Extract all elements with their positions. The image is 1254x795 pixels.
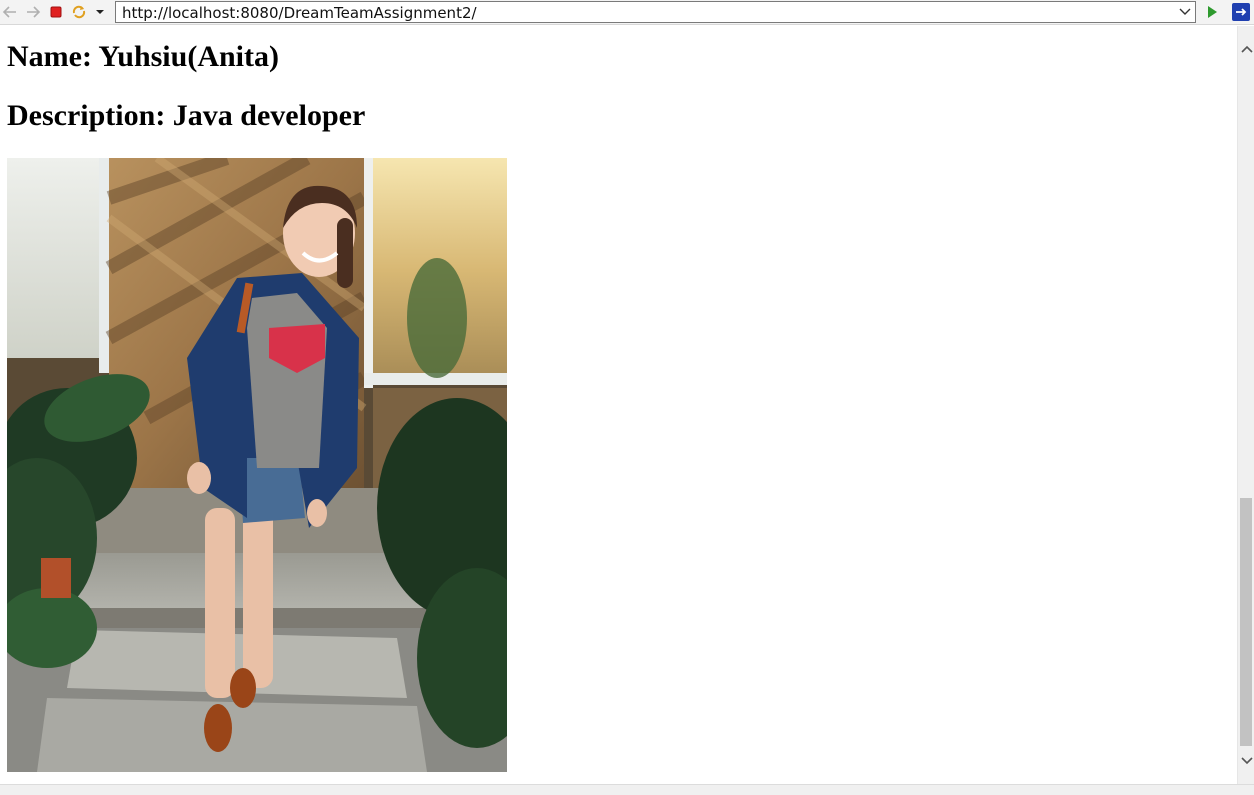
scrollbar-thumb[interactable] <box>1240 498 1252 746</box>
page-viewport: Name: Yuhsiu(Anita) Description: Java de… <box>0 26 1237 784</box>
name-heading: Name: Yuhsiu(Anita) <box>7 40 279 73</box>
scroll-down-icon[interactable] <box>1238 752 1254 769</box>
scroll-up-icon[interactable] <box>1238 40 1254 57</box>
forward-arrow-icon[interactable] <box>24 3 42 21</box>
stop-icon[interactable] <box>47 3 65 21</box>
vertical-scrollbar[interactable] <box>1237 26 1254 784</box>
browser-toolbar: http://localhost:8080/DreamTeamAssignmen… <box>0 0 1254 25</box>
profile-photo <box>7 158 507 772</box>
refresh-icon[interactable] <box>70 3 88 21</box>
status-bar <box>0 784 1254 795</box>
dropdown-icon[interactable] <box>91 3 109 21</box>
back-arrow-icon[interactable] <box>1 3 19 21</box>
url-text[interactable]: http://localhost:8080/DreamTeamAssignmen… <box>122 4 477 22</box>
url-bar[interactable]: http://localhost:8080/DreamTeamAssignmen… <box>115 1 1196 23</box>
chevron-down-icon[interactable] <box>1177 4 1193 20</box>
extension-icon[interactable] <box>1232 3 1250 21</box>
go-icon[interactable] <box>1203 3 1221 21</box>
description-heading: Description: Java developer <box>7 99 366 132</box>
